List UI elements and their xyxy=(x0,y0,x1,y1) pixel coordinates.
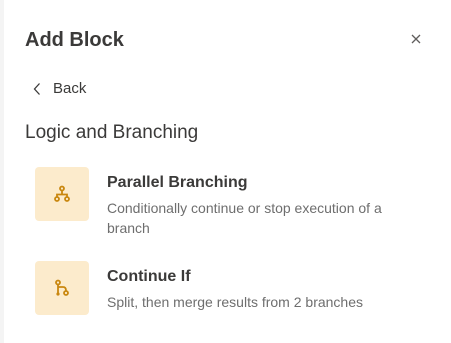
parallel-branching-icon xyxy=(35,167,89,221)
close-icon xyxy=(411,34,421,44)
block-name: Continue If xyxy=(107,268,191,285)
close-button[interactable] xyxy=(404,27,428,51)
section-title: Logic and Branching xyxy=(25,122,199,143)
block-description: Conditionally continue or stop execution… xyxy=(107,200,382,236)
panel-title: Add Block xyxy=(25,29,124,51)
add-block-panel: Add Block Back Logic and Branching Paral… xyxy=(0,0,451,343)
panel-edge xyxy=(0,0,4,343)
block-name: Parallel Branching xyxy=(107,174,248,191)
chevron-left-icon xyxy=(31,81,43,97)
back-button[interactable]: Back xyxy=(31,79,86,99)
block-description: Split, then merge results from 2 branche… xyxy=(107,294,364,310)
continue-if-icon xyxy=(35,261,89,315)
back-label: Back xyxy=(53,80,87,97)
